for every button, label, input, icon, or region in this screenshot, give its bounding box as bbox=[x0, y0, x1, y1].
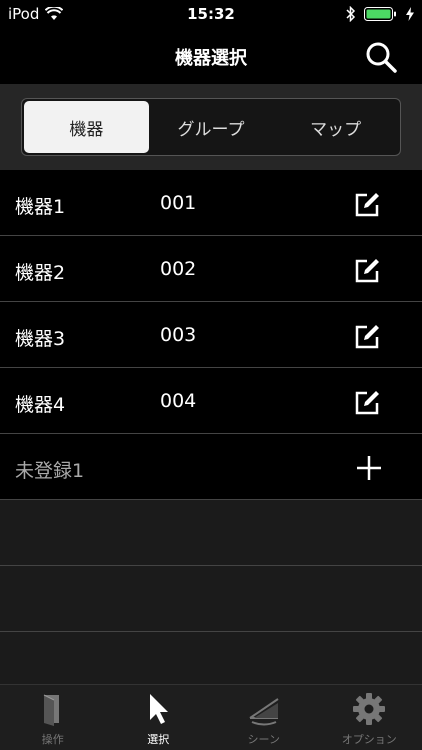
edit-icon[interactable] bbox=[354, 190, 382, 218]
device-row-2[interactable]: 機器2 002 bbox=[0, 236, 422, 302]
edit-icon[interactable] bbox=[354, 322, 382, 350]
tab-scene[interactable]: シーン bbox=[211, 685, 317, 750]
tab-label: 選択 bbox=[147, 733, 170, 746]
add-icon[interactable] bbox=[355, 454, 383, 482]
unregistered-name: 未登録1 bbox=[15, 460, 85, 482]
gear-icon bbox=[353, 693, 386, 725]
edit-icon[interactable] bbox=[354, 388, 382, 416]
device-id: 003 bbox=[160, 324, 197, 346]
device-name: 機器4 bbox=[15, 394, 66, 416]
segment-map[interactable]: マップ bbox=[273, 101, 398, 153]
empty-row bbox=[0, 500, 422, 566]
operate-icon bbox=[43, 694, 59, 726]
navigation-bar: 機器選択 bbox=[0, 28, 422, 84]
search-icon[interactable] bbox=[364, 40, 398, 74]
charging-icon bbox=[406, 7, 414, 21]
tab-label: 操作 bbox=[41, 733, 64, 746]
cursor-icon bbox=[150, 694, 169, 724]
segment-devices[interactable]: 機器 bbox=[24, 101, 149, 153]
device-name: 機器2 bbox=[15, 262, 66, 284]
bluetooth-icon bbox=[346, 6, 356, 22]
tab-select[interactable]: 選択 bbox=[106, 685, 212, 750]
empty-row bbox=[0, 566, 422, 632]
tab-bar: 操作 選択 シーン オプション bbox=[0, 684, 422, 750]
page-title: 機器選択 bbox=[175, 48, 247, 69]
edit-icon[interactable] bbox=[354, 256, 382, 284]
tab-operate[interactable]: 操作 bbox=[0, 685, 106, 750]
tab-label: オプション bbox=[341, 733, 397, 746]
status-bar: iPod 15:32 bbox=[0, 0, 422, 28]
tab-options[interactable]: オプション bbox=[317, 685, 422, 750]
device-row-3[interactable]: 機器3 003 bbox=[0, 302, 422, 368]
device-id: 001 bbox=[160, 192, 197, 214]
device-name: 機器3 bbox=[15, 328, 66, 350]
scene-icon bbox=[249, 698, 279, 726]
unregistered-row[interactable]: 未登録1 bbox=[0, 434, 422, 500]
segmented-control: 機器 グループ マップ bbox=[21, 98, 401, 156]
device-id: 002 bbox=[160, 258, 197, 280]
device-row-4[interactable]: 機器4 004 bbox=[0, 368, 422, 434]
device-list: 機器1 001 機器2 002 機器3 003 機器4 004 未登録1 bbox=[0, 170, 422, 632]
device-name: 機器1 bbox=[15, 196, 66, 218]
device-row-1[interactable]: 機器1 001 bbox=[0, 170, 422, 236]
segment-groups[interactable]: グループ bbox=[149, 101, 274, 153]
tab-label: シーン bbox=[247, 733, 280, 746]
battery-icon bbox=[364, 7, 396, 21]
device-id: 004 bbox=[160, 390, 197, 412]
segment-area: 機器 グループ マップ bbox=[0, 84, 422, 170]
status-right bbox=[346, 6, 414, 22]
